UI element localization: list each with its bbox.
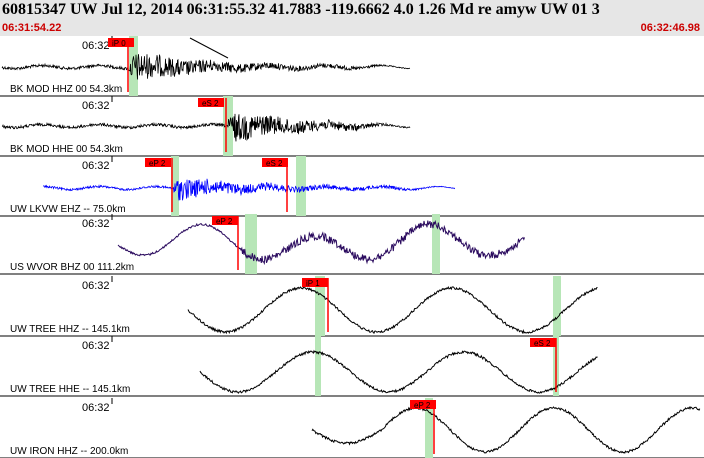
station-label: UW TREE HHZ -- 145.1km [10,324,130,335]
pick-window [315,336,321,396]
seismogram-panel[interactable]: 06:32 iP 0BK MOD HHZ 00 54.3km06:32 eS 2BK… [0,36,704,458]
station-label: US WVOR BHZ 00 111.2km [10,262,134,273]
trace-row[interactable]: 06:32 eS 2 BK MOD HHE 00 54.3km [0,96,704,157]
pick-label: iP 1 [306,279,320,288]
waveform [42,178,456,201]
pick-window [296,156,306,216]
time-mark: 06:32 [82,218,110,230]
pick-label: eS 2 [534,339,551,348]
station-label: UW LKVW EHZ -- 75.0km [10,204,126,215]
time-mark: 06:32 [82,160,110,172]
header-bar: 60815347 UW Jul 12, 2014 06:31:55.32 41.… [0,0,704,36]
pick-label: eS 2 [202,99,219,108]
start-time-label: 06:31:54.22 [2,22,62,34]
time-mark: 06:32 [82,40,110,52]
waveform [117,219,525,266]
station-label: BK MOD HHE 00 54.3km [10,144,123,155]
pick-label: eP 2 [149,159,166,168]
pick-label: eP 2 [414,401,431,410]
time-mark: 06:32 [82,340,110,352]
station-label: UW TREE HHE -- 145.1km [10,384,130,395]
station-label: BK MOD HHZ 00 54.3km [10,84,122,95]
waveform [311,405,701,454]
station-label: UW IRON HHZ -- 200.0km [10,446,128,457]
event-title: 60815347 UW Jul 12, 2014 06:31:55.32 41.… [2,1,600,18]
trace-row[interactable]: 06:32 eP 2 US WVOR BHZ 00 111.2km [0,214,704,275]
end-time-label: 06:32:46.98 [640,22,700,34]
pick-label: eP 2 [216,217,233,226]
time-mark: 06:32 [82,280,110,292]
annotation-arrow [189,37,229,59]
time-mark: 06:32 [82,402,110,414]
trace-row[interactable]: 06:32 iP 0 BK MOD HHZ 00 54.3km [0,36,704,97]
waveform [1,54,411,80]
waveform [1,113,411,142]
trace-row[interactable]: 06:32 eS 2 UW TREE HHE -- 145.1km [0,336,704,397]
pick-window [553,276,561,336]
waveform [199,349,598,395]
pick-label: eS 2 [266,159,283,168]
waveform [187,285,598,335]
pick-window [245,214,257,274]
pick-label: iP 0 [112,39,126,48]
trace-row[interactable]: 06:32 iP 1 UW TREE HHZ -- 145.1km [0,276,704,337]
trace-row[interactable]: 06:32 eP 2 eS 2 UW LKVW EHZ -- 75.0km [0,156,704,217]
trace-row[interactable]: 06:32 eP 2 UW IRON HHZ -- 200.0km [0,398,704,458]
time-mark: 06:32 [82,100,110,112]
